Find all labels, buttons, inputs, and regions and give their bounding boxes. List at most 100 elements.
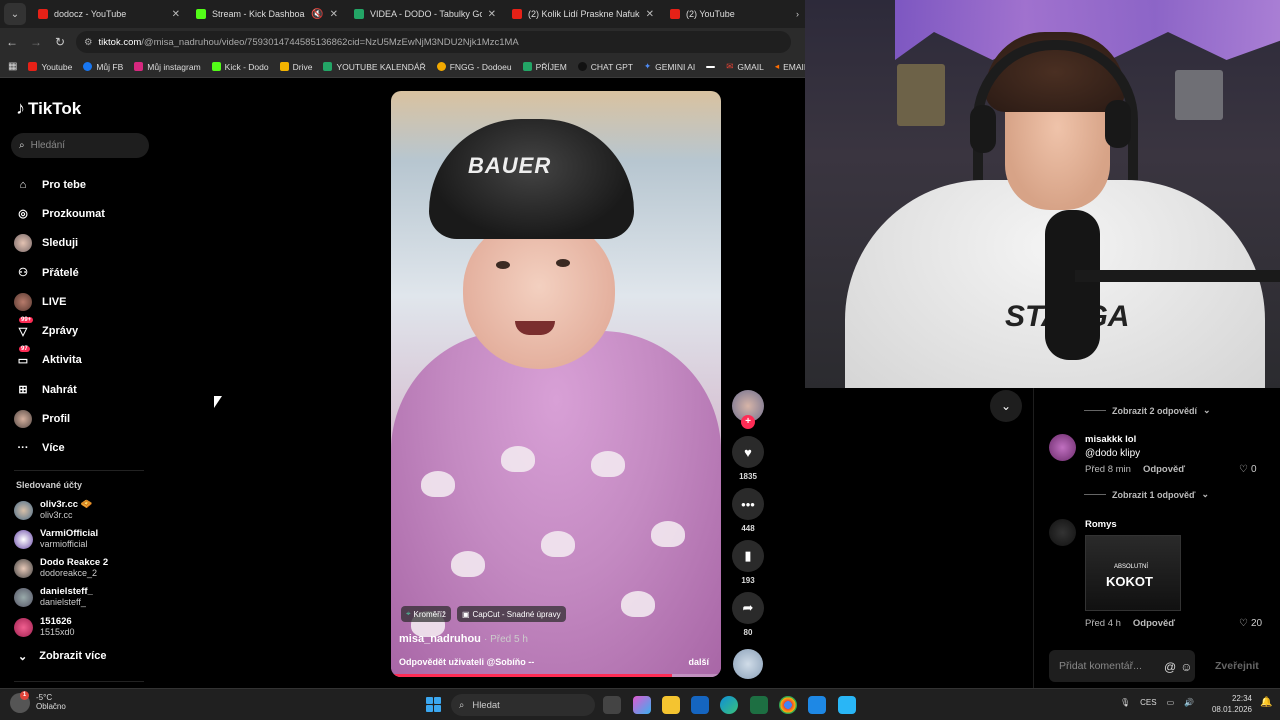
volume-icon[interactable]: 🔊 — [1184, 698, 1194, 707]
comment-icon[interactable]: ••• — [732, 488, 764, 520]
followed-account[interactable]: danielsteff_ danielsteff_ — [14, 586, 93, 608]
nav-zpravy[interactable]: ▽ 99+ Zprávy — [14, 316, 105, 345]
comment-like[interactable]: ♡ 0 — [1239, 464, 1257, 475]
nav-aktivita[interactable]: ▭ 97 Aktivita — [14, 346, 105, 375]
language-indicator[interactable]: CES — [1140, 698, 1156, 707]
like-action[interactable]: ♥ 1835 — [732, 436, 764, 481]
microphone-icon[interactable]: 🎙 — [1120, 698, 1130, 707]
bookmark-fngg[interactable]: FNGG - Dodoeu — [436, 62, 512, 72]
heart-icon[interactable]: ♥ — [732, 436, 764, 468]
edge-icon[interactable] — [720, 696, 738, 714]
capcut-tag[interactable]: ▣ CapCut - Snadné úpravy — [456, 606, 566, 622]
browser-tab-1[interactable]: Stream - Kick Dashboard 🔇 ✕ — [188, 0, 346, 28]
more-link[interactable]: další — [688, 657, 709, 667]
forward-icon[interactable]: → — [24, 35, 48, 49]
nav-vice[interactable]: ··· Více — [14, 434, 105, 463]
nav-sleduji[interactable]: Sleduji — [14, 229, 105, 258]
bookmark-blank[interactable] — [706, 65, 716, 68]
bookmark-instagram[interactable]: Můj instagram — [134, 62, 201, 72]
show-replies-button[interactable]: Zobrazit 2 odpovědí ⌄ — [1084, 405, 1211, 416]
location-tag[interactable]: ⌖ Kroměříž — [401, 606, 451, 622]
reply-button[interactable]: Odpověď — [1133, 618, 1175, 629]
task-view-icon[interactable] — [603, 696, 621, 714]
share-icon[interactable]: ➦ — [732, 592, 764, 624]
creator-avatar[interactable]: + — [732, 390, 764, 429]
video-progress[interactable] — [391, 674, 721, 677]
reload-icon[interactable]: ↻ — [48, 35, 72, 49]
bookmark-gemini[interactable]: ✦ GEMINI AI — [644, 61, 695, 72]
activity-monitor-icon[interactable] — [838, 696, 856, 714]
streaming-app-icon[interactable] — [808, 696, 826, 714]
close-icon[interactable]: ✕ — [172, 9, 180, 20]
bookmark-fb[interactable]: Můj FB — [83, 62, 123, 72]
music-disc[interactable] — [733, 649, 763, 679]
bookmark-prijem[interactable]: PŘÍJEM — [522, 62, 567, 72]
bookmark-youtube[interactable]: Youtube — [28, 62, 72, 72]
nav-nahrat[interactable]: ⊞ Nahrát — [14, 375, 105, 404]
mute-icon[interactable]: 🔇 — [311, 9, 323, 20]
nav-pro-tebe[interactable]: ⌂ Pro tebe — [14, 170, 105, 199]
back-icon[interactable]: ← — [0, 35, 24, 49]
nav-prozkoumat[interactable]: ◎ Prozkoumat — [14, 199, 105, 228]
reply-button[interactable]: Odpověď — [1143, 464, 1185, 475]
nav-profil[interactable]: Profil — [14, 404, 105, 433]
comment-action[interactable]: ••• 448 — [732, 488, 764, 533]
followed-account[interactable]: Dodo Reakce 2 dodoreakce_2 — [14, 557, 108, 579]
tab-search-button[interactable]: ⌄ — [4, 3, 26, 25]
nav-pratele[interactable]: ⚇ Přátelé — [14, 258, 105, 287]
copilot-icon[interactable] — [633, 696, 651, 714]
browser-tab-3[interactable]: (2) Kolik Lidí Praskne Nafukova ✕ — [504, 0, 662, 28]
bookmark-chatgpt[interactable]: CHAT GPT — [577, 62, 633, 72]
bookmark-email[interactable]: ◂ EMAIL — [775, 61, 809, 72]
clock[interactable]: 22:34 08.01.2026 — [1210, 693, 1252, 715]
browser-tab-0[interactable]: dodocz - YouTube ✕ — [30, 0, 188, 28]
video-player[interactable]: BAUER ⌖ Kroměříž ▣ CapCut - Snadné úpravy … — [391, 91, 721, 677]
post-button[interactable]: Zveřejnit — [1215, 660, 1259, 672]
show-more-button[interactable]: ⌄ Zobrazit více — [18, 650, 106, 663]
avatar[interactable] — [1049, 519, 1076, 546]
scroll-down-button[interactable]: ⌄ — [990, 390, 1022, 422]
close-icon[interactable]: ✕ — [488, 9, 496, 20]
comment-image[interactable]: ABSOLUTNÍ KOKOT — [1085, 535, 1181, 611]
site-info-icon[interactable]: ⚙ — [84, 37, 93, 48]
follow-plus-icon[interactable]: + — [741, 415, 755, 429]
share-action[interactable]: ➦ 80 — [732, 592, 764, 637]
close-icon[interactable]: ✕ — [646, 9, 654, 20]
followed-account[interactable]: 151626 1515xd0 — [14, 616, 75, 638]
video-author[interactable]: misa_nadruhou · Před 5 h — [399, 633, 528, 645]
outlook-icon[interactable] — [691, 696, 709, 714]
url-field[interactable]: ⚙ tiktok.com/@misa_nadruhou/video/759301… — [76, 31, 791, 53]
bookmark-drive[interactable]: Drive — [279, 62, 312, 72]
browser-tab-2[interactable]: VIDEA - DODO - Tabulky Goog ✕ — [346, 0, 504, 28]
windows-start-icon[interactable] — [426, 697, 441, 712]
save-action[interactable]: ▮ 193 — [732, 540, 764, 585]
upload-icon: ⊞ — [18, 384, 28, 397]
bookmark-yt-calendar[interactable]: YOUTUBE KALENDÁŘ — [323, 62, 426, 72]
followed-account[interactable]: oliv3r.cc 🧇 oliv3r.cc — [14, 499, 93, 521]
comment-author[interactable]: Romys — [1085, 519, 1117, 530]
excel-icon[interactable] — [750, 696, 768, 714]
apps-icon[interactable]: ▦ — [8, 61, 17, 72]
file-explorer-icon[interactable] — [662, 696, 680, 714]
bookmark-gmail[interactable]: ✉ GMAIL — [726, 61, 764, 72]
mention-icon[interactable]: @ — [1164, 660, 1176, 674]
bookmark-icon[interactable]: ▮ — [732, 540, 764, 572]
browser-tab-4[interactable]: (2) YouTube — [662, 0, 782, 28]
taskbar-search[interactable]: ⌕ Hledat — [451, 694, 595, 716]
weather-widget[interactable]: 1 -5°C Oblačno — [10, 691, 66, 713]
notification-icon[interactable]: 🔔 — [1260, 697, 1272, 708]
comment-author[interactable]: misakkk lol — [1085, 434, 1136, 445]
chevron-right-icon[interactable]: › — [796, 9, 799, 19]
network-icon[interactable]: ▭ — [1167, 698, 1175, 707]
show-replies-button[interactable]: Zobrazit 1 odpověď ⌄ — [1084, 489, 1209, 500]
followed-account[interactable]: VarmiOfficial varmiofficial — [14, 528, 98, 550]
tiktok-logo[interactable]: ♪ TikTok — [16, 98, 81, 119]
avatar[interactable] — [1049, 434, 1076, 461]
close-icon[interactable]: ✕ — [330, 9, 338, 20]
search-input[interactable]: ⌕ Hledání — [11, 133, 149, 158]
chrome-icon[interactable] — [779, 696, 797, 714]
nav-live[interactable]: LIVE — [14, 287, 105, 316]
bookmark-kick[interactable]: Kick - Dodo — [211, 62, 269, 72]
emoji-icon[interactable]: ☺ — [1180, 660, 1192, 674]
comment-like[interactable]: ♡ 20 — [1239, 618, 1262, 629]
